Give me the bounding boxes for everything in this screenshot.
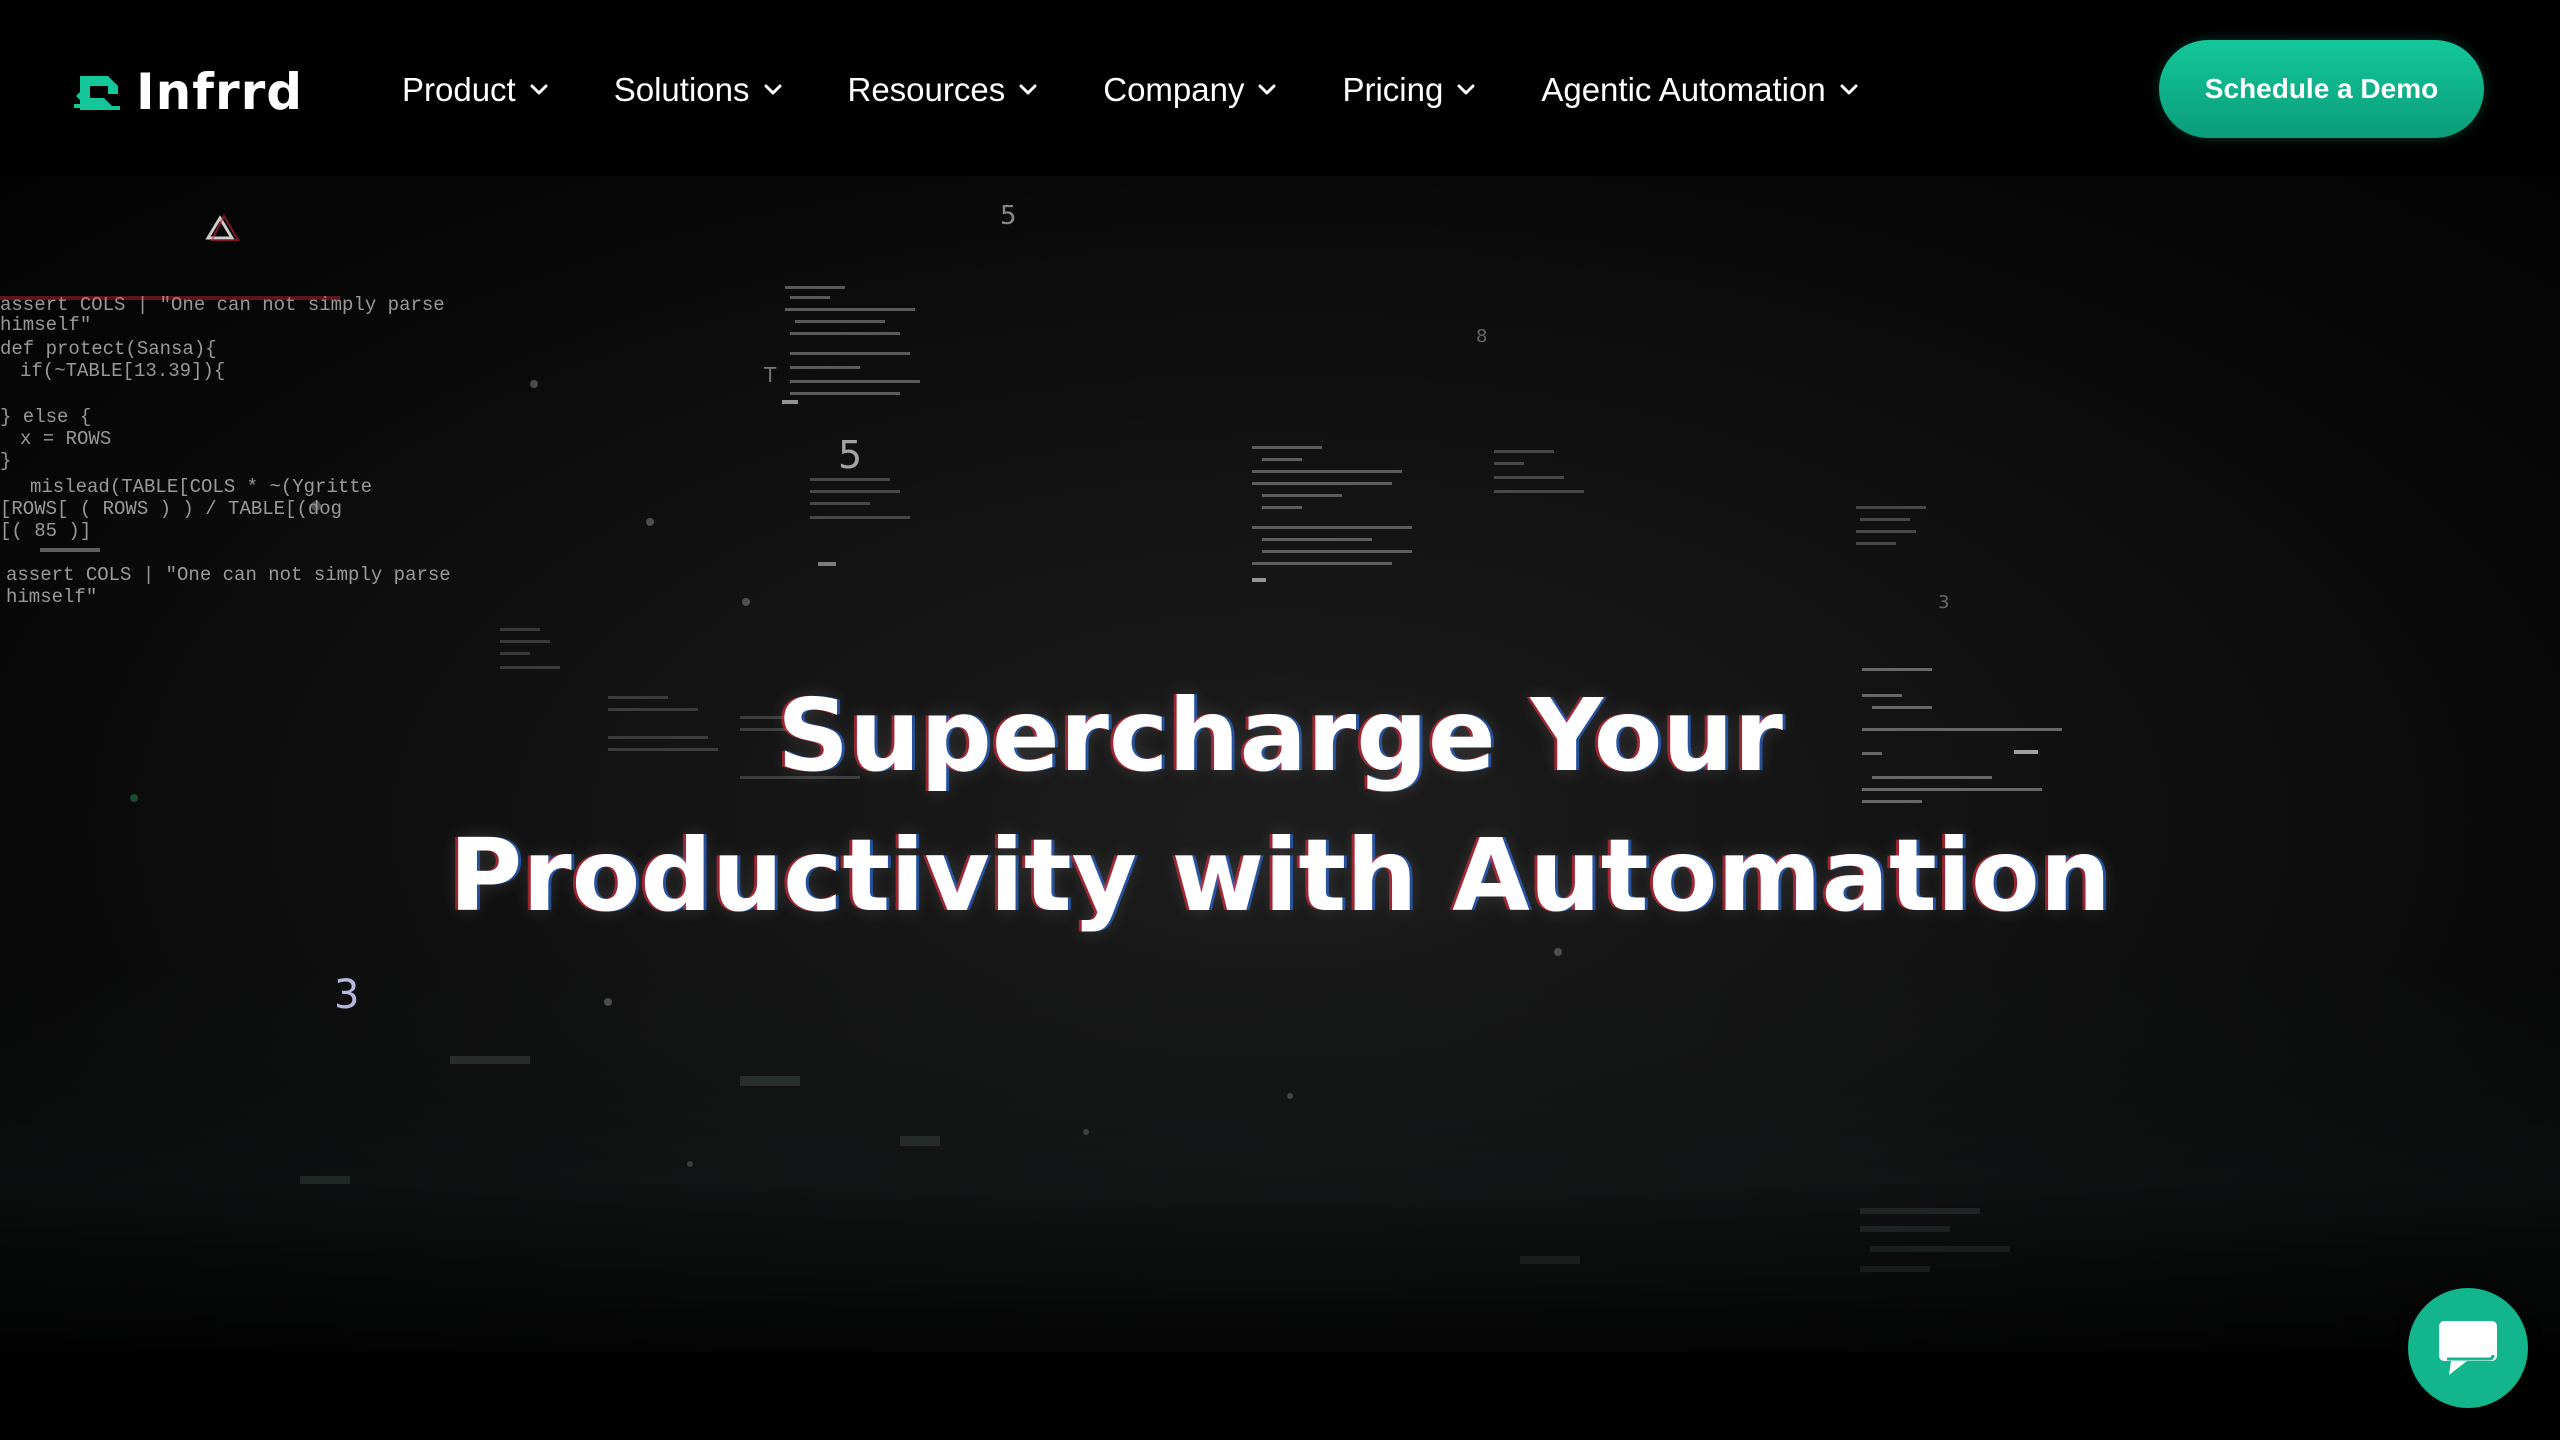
page: Infrrd Product Solutions Resources Compa…: [0, 0, 2560, 1440]
chevron-down-icon: [1258, 84, 1276, 95]
floating-digit: 8: [1476, 326, 1487, 347]
chevron-down-icon: [530, 84, 548, 95]
floating-digit: T: [763, 363, 777, 387]
hero-bottom-fade: [0, 972, 2560, 1352]
nav-item-label: Agentic Automation: [1541, 71, 1826, 108]
hero-section: assert COLS | "One can not simply parse …: [0, 176, 2560, 1352]
chevron-down-icon: [1457, 84, 1475, 95]
code-line: def protect(Sansa){: [0, 338, 217, 360]
nav-item-label: Product: [402, 71, 516, 108]
schedule-demo-button[interactable]: Schedule a Demo: [2159, 40, 2484, 138]
code-snippet-left: assert COLS | "One can not simply parse …: [0, 294, 451, 608]
code-cluster: [782, 286, 920, 404]
chat-bubble-icon: [2439, 1321, 2497, 1375]
floating-digit: 5: [838, 433, 862, 477]
brand-name: Infrrd: [136, 63, 304, 121]
nav-item-company[interactable]: Company: [1103, 58, 1276, 122]
hero-title-line-2: Productivity with Automation: [449, 817, 2111, 934]
nav-item-resources[interactable]: Resources: [848, 58, 1038, 122]
chevron-down-icon: [1019, 84, 1037, 95]
triangle-glyph: [205, 213, 240, 241]
code-line: if(~TABLE[13.39]){: [20, 360, 225, 382]
site-header: Infrrd Product Solutions Resources Compa…: [0, 0, 2560, 176]
code-line: }: [0, 450, 11, 472]
nav-item-pricing[interactable]: Pricing: [1342, 58, 1475, 122]
code-line: himself": [0, 314, 91, 336]
nav-item-label: Pricing: [1342, 71, 1444, 108]
code-line: [ROWS[ ( ROWS ) ) / TABLE[(dog: [0, 498, 342, 520]
nav-item-solutions[interactable]: Solutions: [614, 58, 782, 122]
nav-item-label: Solutions: [613, 71, 750, 108]
code-cluster: [1494, 450, 1584, 493]
code-line: assert COLS | "One can not simply parse: [6, 564, 451, 586]
code-cluster: [1252, 446, 1412, 582]
code-cluster: [810, 478, 910, 566]
code-line: } else {: [0, 406, 91, 428]
floating-digit: 3: [1938, 592, 1949, 613]
floating-digit: 5: [1000, 201, 1017, 231]
hero-title: Supercharge Your Productivity with Autom…: [0, 666, 2560, 946]
code-line: x = ROWS: [20, 428, 111, 450]
nav-item-label: Company: [1103, 71, 1245, 108]
code-line: [( 85 )]: [0, 520, 91, 542]
nav-item-agentic-automation[interactable]: Agentic Automation: [1541, 58, 1858, 122]
code-line: mislead(TABLE[COLS * ~(Ygritte: [30, 476, 372, 498]
brand-logo[interactable]: Infrrd: [74, 66, 303, 118]
infrrd-logo-icon: [74, 76, 120, 110]
hero-title-line-1: Supercharge Your: [777, 677, 1783, 794]
code-line: himself": [6, 586, 97, 608]
main-nav: Product Solutions Resources Company Pric…: [402, 58, 1858, 122]
chevron-down-icon: [1840, 84, 1858, 95]
page-bottom-strip: [0, 1352, 2560, 1440]
chevron-down-icon: [764, 84, 781, 95]
nav-item-label: Resources: [847, 71, 1006, 108]
code-cluster: [1856, 506, 1926, 545]
nav-item-product[interactable]: Product: [402, 58, 548, 122]
chat-widget-button[interactable]: [2408, 1288, 2528, 1408]
